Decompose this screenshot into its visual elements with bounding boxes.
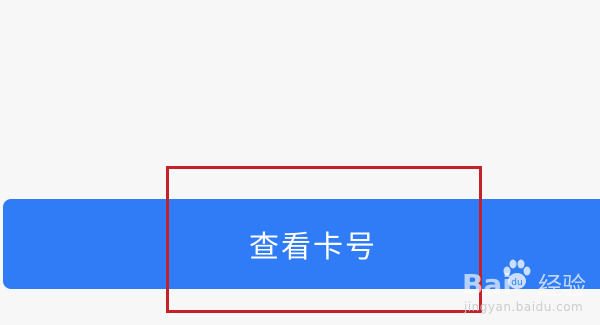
view-card-number-label: 查看卡号 [249, 230, 377, 265]
baidu-jingyan-watermark: Bai du 经验 jingyan.baidu.com [462, 252, 600, 314]
watermark-jingyan: 经验 [538, 272, 586, 300]
paw-icon: du [503, 259, 531, 289]
svg-text:du: du [511, 278, 522, 288]
watermark-url: jingyan.baidu.com [464, 300, 584, 314]
